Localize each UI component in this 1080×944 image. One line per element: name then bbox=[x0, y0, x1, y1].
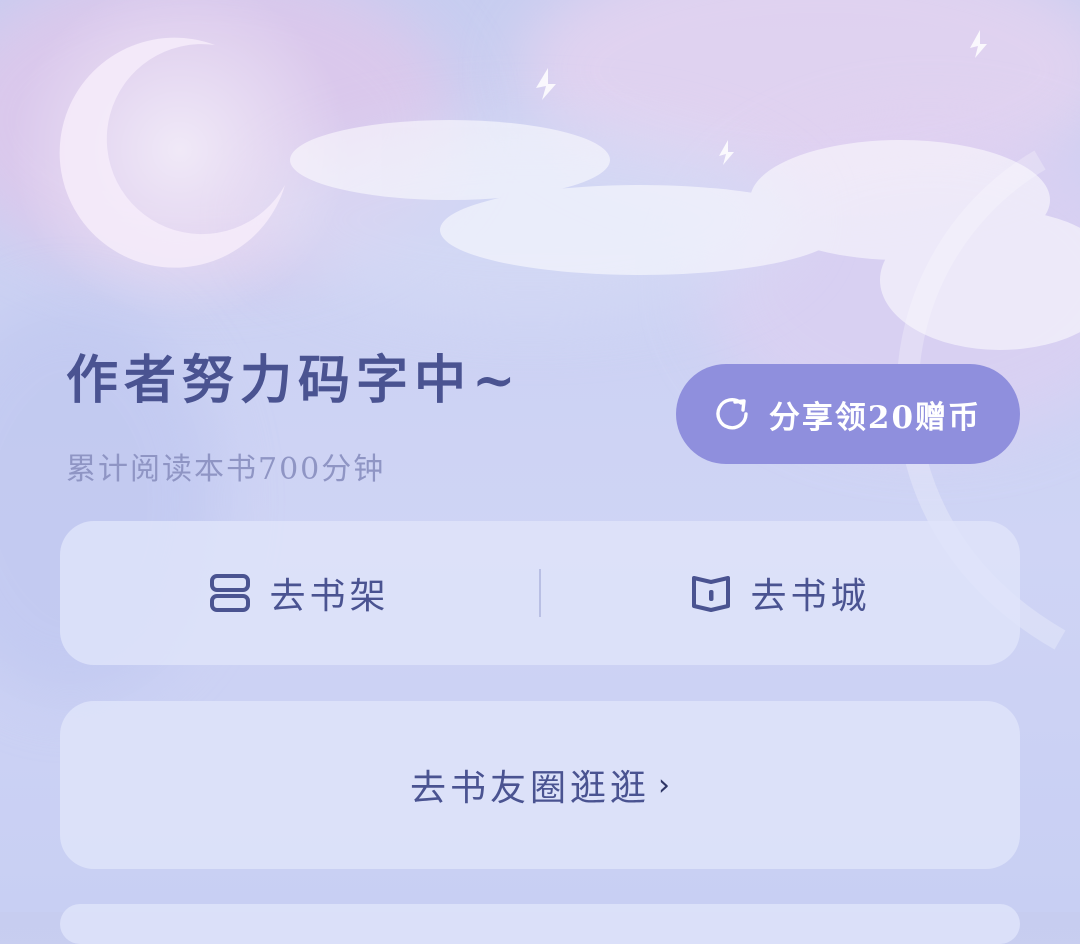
chevron-right-icon: › bbox=[658, 767, 670, 803]
reader-circle-label: 去书友圈逛逛 bbox=[409, 768, 650, 809]
navigation-card: 去书架 去书城 bbox=[60, 521, 1020, 665]
book-icon bbox=[690, 573, 732, 613]
page-title: 作者努力码字中~ bbox=[66, 350, 522, 411]
go-to-bookshelf-button[interactable]: 去书架 bbox=[60, 521, 539, 665]
go-to-bookstore-button[interactable]: 去书城 bbox=[541, 521, 1020, 665]
bookshelf-label: 去书架 bbox=[269, 576, 390, 617]
next-card-partial bbox=[60, 904, 1020, 944]
share-button-label: 分享领20赠币 bbox=[768, 399, 982, 436]
share-for-coins-button[interactable]: 分享领20赠币 bbox=[676, 364, 1020, 464]
bookshelf-icon bbox=[209, 573, 251, 613]
bookstore-label: 去书城 bbox=[750, 576, 871, 617]
refresh-share-icon bbox=[715, 396, 751, 432]
reading-time-stat: 累计阅读本书700分钟 bbox=[66, 452, 386, 487]
go-to-reader-circle-button[interactable]: 去书友圈逛逛 › bbox=[60, 701, 1020, 869]
